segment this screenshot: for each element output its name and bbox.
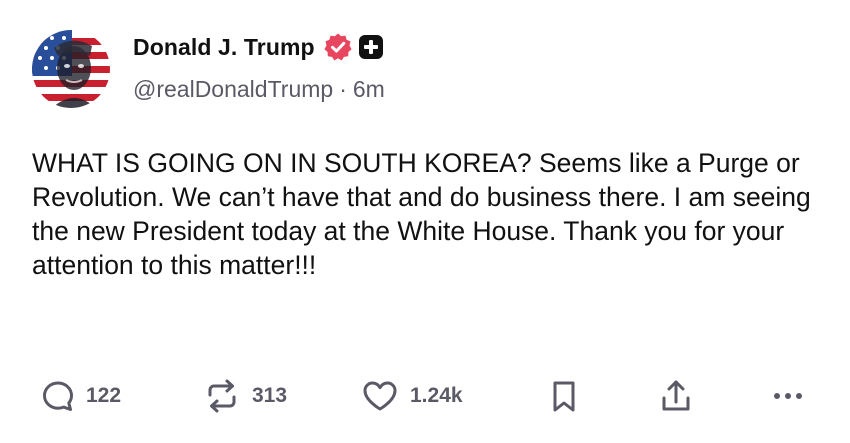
author-name-row: Donald J. Trump	[133, 30, 384, 64]
reply-icon	[43, 381, 73, 411]
share-button[interactable]	[658, 374, 694, 418]
avatar[interactable]	[32, 30, 110, 108]
avatar-image	[32, 30, 110, 108]
post-card: Donald J. Trump @realDonaldTrump · 6m WH…	[0, 0, 850, 443]
retruth-count: 313	[252, 384, 288, 407]
post-timestamp[interactable]: 6m	[353, 76, 385, 103]
retruth-icon	[208, 379, 236, 413]
reply-count: 122	[86, 384, 122, 407]
reply-button[interactable]: 122	[40, 374, 121, 418]
more-icon	[774, 393, 802, 399]
share-icon	[662, 380, 690, 411]
verified-badge-icon	[323, 32, 353, 62]
action-bar: 122 313 1.24k	[40, 374, 820, 418]
author-handle[interactable]: @realDonaldTrump	[133, 76, 333, 103]
bookmark-icon	[553, 381, 575, 412]
post-body-text: WHAT IS GOING ON IN SOUTH KOREA? Seems l…	[32, 148, 811, 280]
more-options-button[interactable]	[768, 374, 808, 418]
author-handle-row: @realDonaldTrump · 6m	[133, 76, 385, 103]
retruth-button[interactable]: 313	[202, 374, 287, 418]
like-button[interactable]: 1.24k	[360, 374, 463, 418]
truth-plus-badge-icon	[358, 34, 384, 60]
author-display-name[interactable]: Donald J. Trump	[133, 34, 315, 61]
like-count: 1.24k	[410, 384, 463, 407]
bookmark-button[interactable]	[546, 374, 582, 418]
time-separator: ·	[339, 76, 347, 102]
heart-icon	[363, 381, 397, 411]
